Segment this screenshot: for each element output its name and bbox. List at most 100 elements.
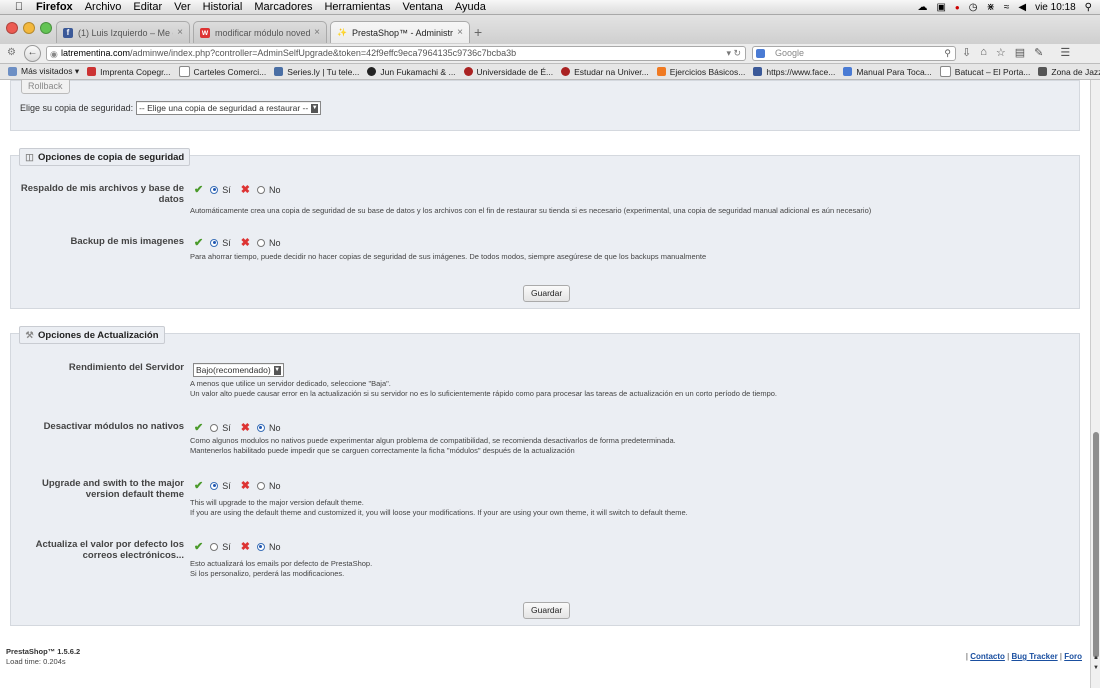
search-box[interactable]: Google ⚲ <box>752 46 956 61</box>
tab-modificar-modulo[interactable]: w modificar módulo noveda... × <box>193 21 327 43</box>
check-icon: ✔ <box>194 184 204 196</box>
new-tab-icon[interactable]: + <box>474 24 482 40</box>
tab-prestashop[interactable]: ✨ PrestaShop™ - Administra... × <box>330 21 470 43</box>
backup-images-yes-radio[interactable] <box>210 238 219 247</box>
disable-modules-help-2: Mantenerlos habilitado puede impedir que… <box>190 446 575 455</box>
default-emails-toggle: ✔ Sí ✖ No <box>194 541 281 553</box>
save-backup-options-button[interactable]: Guardar <box>523 285 571 302</box>
default-emails-yes-radio[interactable] <box>210 542 219 551</box>
volume-icon[interactable]: ◀ <box>1018 2 1026 13</box>
minimize-window-button[interactable] <box>23 22 35 34</box>
database-icon: ◫ <box>25 151 34 162</box>
home-icon[interactable]: ⌂ <box>980 46 987 59</box>
bookmark-facebook[interactable]: https://www.face... <box>753 67 835 77</box>
tab-facebook[interactable]: f (1) Luis Izquierdo – Me gu... × <box>56 21 190 43</box>
search-icon[interactable]: ⚲ <box>944 47 951 60</box>
menu-ver[interactable]: Ver <box>174 1 191 13</box>
menu-herramientas[interactable]: Herramientas <box>324 1 390 13</box>
bookmark-manual[interactable]: Manual Para Toca... <box>843 67 932 77</box>
disable-modules-no-radio[interactable] <box>256 423 265 432</box>
menu-ventana[interactable]: Ventana <box>402 1 442 13</box>
backup-images-help: Para ahorrar tiempo, puede decidir no ha… <box>190 252 707 261</box>
site-identity-icon[interactable]: ◉ <box>50 48 58 60</box>
close-tab-icon[interactable]: × <box>177 27 183 38</box>
menu-app-firefox[interactable]: Firefox <box>36 1 73 13</box>
cross-icon: ✖ <box>240 541 250 553</box>
default-theme-label: Upgrade and swith to the major version d… <box>42 478 184 500</box>
bookmark-jun-fukamachi[interactable]: Jun Fukamachi & ... <box>367 67 456 77</box>
check-icon: ✔ <box>194 541 204 553</box>
apple-menu-icon[interactable]:  <box>12 1 26 13</box>
bug-tracker-link[interactable]: Bug Tracker <box>1011 652 1057 661</box>
update-options-panel: ⚒ Opciones de Actualización Rendimiento … <box>10 326 1080 626</box>
wifi-icon[interactable]: ≈ <box>1004 2 1010 13</box>
forum-link[interactable]: Foro <box>1064 652 1082 661</box>
mac-menu-bar:  Firefox Archivo Editar Ver Historial M… <box>0 0 1100 15</box>
page-icon <box>939 66 951 77</box>
bookmark-estudar[interactable]: Estudar na Univer... <box>561 67 649 77</box>
menu-ayuda[interactable]: Ayuda <box>455 1 486 13</box>
page-scrollbar[interactable]: ▲ ▼ <box>1090 80 1100 688</box>
close-tab-icon[interactable]: × <box>457 27 463 38</box>
close-tab-icon[interactable]: × <box>314 27 320 38</box>
share-icon[interactable]: ✎ <box>1034 46 1043 59</box>
server-performance-help-1: A menos que utilice un servidor dedicado… <box>190 379 391 388</box>
tab-label: modificar módulo noveda... <box>215 27 311 38</box>
cross-icon: ✖ <box>240 422 250 434</box>
backup-images-label: Backup de mis imagenes <box>70 236 184 247</box>
menu-historial[interactable]: Historial <box>203 1 243 13</box>
save-update-options-button[interactable]: Guardar <box>523 602 571 619</box>
clipboard-icon[interactable]: ▤ <box>1015 46 1025 59</box>
disable-modules-yes-radio[interactable] <box>210 423 219 432</box>
backup-files-no-radio[interactable] <box>256 185 265 194</box>
bookmark-zona-jazz[interactable]: Zona de Jazz <box>1038 67 1100 77</box>
server-performance-select[interactable]: Bajo(recomendado) ▼ <box>193 363 284 377</box>
bookmark-seriesly[interactable]: Series.ly | Tu tele... <box>274 67 359 77</box>
bookmark-carteles[interactable]: Carteles Comerci... <box>178 66 266 77</box>
bookmark-universidade[interactable]: Universidade de É... <box>463 67 553 77</box>
contact-link[interactable]: Contacto <box>970 652 1005 661</box>
rainlink-icon[interactable]: ● <box>955 3 960 12</box>
backup-images-no-radio[interactable] <box>256 238 265 247</box>
tools-icon[interactable]: ⚙ <box>7 47 16 58</box>
bluetooth-icon[interactable]: ⋇ <box>986 2 994 13</box>
google-icon <box>843 67 853 76</box>
default-theme-no-radio[interactable] <box>256 481 265 490</box>
dropbox-icon[interactable]: ☁ <box>917 2 927 13</box>
cross-icon: ✖ <box>240 237 250 249</box>
university-icon <box>561 67 571 76</box>
bookmark-batucat[interactable]: Batucat – El Porta... <box>939 66 1030 77</box>
default-theme-help-2: If you are using the default theme and c… <box>190 508 688 517</box>
clock[interactable]: vie 10:18 <box>1035 2 1076 13</box>
default-emails-no-radio[interactable] <box>256 542 265 551</box>
menu-editar[interactable]: Editar <box>133 1 162 13</box>
url-bar[interactable]: ◉ latrementina.com/adminwe/index.php?con… <box>46 46 746 61</box>
scroll-down-icon[interactable]: ▼ <box>1093 665 1099 671</box>
backup-files-yes-radio[interactable] <box>210 185 219 194</box>
spotlight-search-icon[interactable]: ⚲ <box>1085 2 1092 13</box>
reload-icon[interactable]: ▾ ↻ <box>726 47 741 60</box>
bookmark-ejercicios[interactable]: Ejercicios Básicos... <box>656 67 745 77</box>
download-icon[interactable]: ⇩ <box>962 46 971 59</box>
default-theme-yes-radio[interactable] <box>210 481 219 490</box>
bookmark-mas-visitados[interactable]: Más visitados ▾ <box>8 66 79 77</box>
window-icon[interactable]: ▣ <box>936 2 945 13</box>
folder-icon <box>8 67 17 76</box>
backup-files-toggle: ✔ Sí ✖ No <box>194 184 281 196</box>
backup-select[interactable]: -- Elige una copia de seguridad a restau… <box>136 101 322 115</box>
menu-archivo[interactable]: Archivo <box>85 1 122 13</box>
scrollbar-thumb[interactable] <box>1093 432 1099 658</box>
zoom-window-button[interactable] <box>40 22 52 34</box>
scroll-up-icon[interactable]: ▲ <box>1093 655 1099 661</box>
rollback-button[interactable]: Rollback <box>21 80 70 94</box>
google-icon[interactable] <box>756 49 765 58</box>
back-button[interactable]: ← <box>24 45 41 62</box>
menu-marcadores[interactable]: Marcadores <box>254 1 312 13</box>
menu-icon[interactable]: ☰ <box>1060 46 1070 59</box>
bookmark-imprenta[interactable]: Imprenta Copegr... <box>87 67 171 77</box>
backup-files-label: Respaldo de mis archivos y base de datos <box>20 183 184 205</box>
search-placeholder: Google <box>775 48 805 58</box>
time-machine-icon[interactable]: ◷ <box>969 2 978 13</box>
bookmark-star-icon[interactable]: ☆ <box>996 46 1006 59</box>
close-window-button[interactable] <box>6 22 18 34</box>
